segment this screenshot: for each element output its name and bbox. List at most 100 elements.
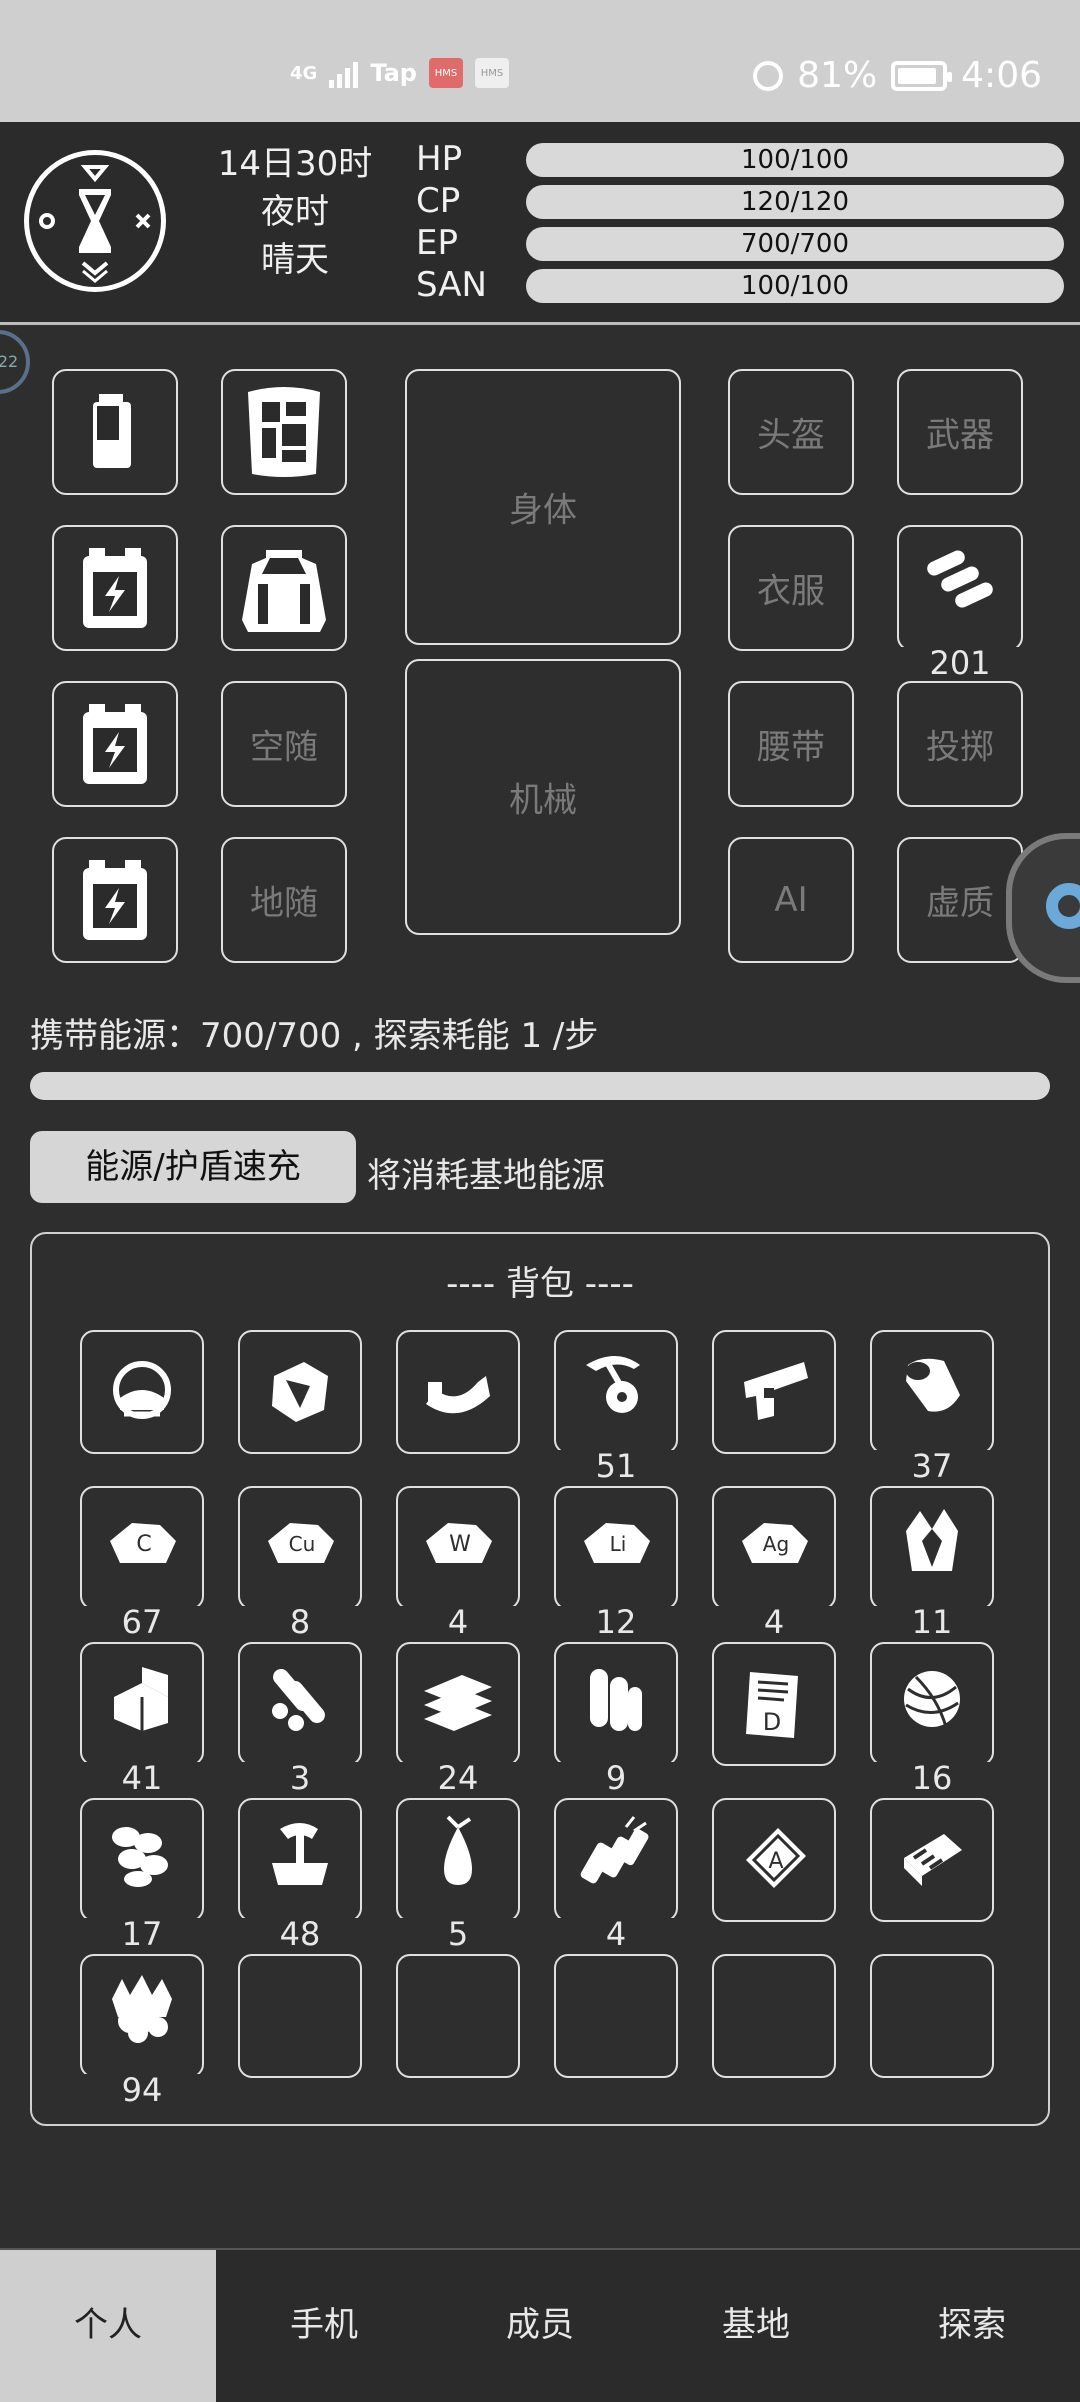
- backpack-item[interactable]: W4: [388, 1486, 528, 1638]
- clothes-slot[interactable]: 衣服: [728, 525, 854, 651]
- stat-hp: HP 100/100: [416, 138, 1066, 180]
- backpack-item[interactable]: 17: [72, 1798, 212, 1950]
- energy-cell-slot[interactable]: [52, 681, 178, 807]
- backpack-item[interactable]: 94: [72, 1954, 212, 2106]
- item-count: 11: [862, 1606, 1002, 1638]
- energy-info: 携带能源：700/700 , 探索耗能 1 /步: [30, 1016, 599, 1056]
- backpack-slot[interactable]: [221, 525, 347, 651]
- carbon-ore-icon: C: [110, 1522, 176, 1563]
- battery-pack-icon: [904, 1834, 962, 1886]
- wood-log-icon: [906, 1358, 960, 1412]
- pistol-icon: [744, 1362, 808, 1420]
- tab-explore[interactable]: 探索: [864, 2250, 1080, 2402]
- backpack-item[interactable]: Ag 4: [704, 1486, 844, 1638]
- slot-label: 身体: [509, 490, 577, 531]
- fire-cloud-icon: [112, 1974, 172, 2043]
- throwable-slot[interactable]: 投掷: [897, 681, 1023, 807]
- armor-plate-icon: [248, 387, 320, 477]
- battery-slot[interactable]: [52, 369, 178, 495]
- ammo-slot[interactable]: 201: [889, 525, 1031, 679]
- backpack-item[interactable]: [712, 1330, 836, 1454]
- backpack-item[interactable]: 37: [862, 1330, 1002, 1482]
- stat-bar: 100/100: [526, 143, 1064, 177]
- body-slot[interactable]: 身体: [405, 369, 681, 645]
- backpack-item[interactable]: [238, 1330, 362, 1454]
- network-type: 4G: [290, 62, 318, 84]
- stat-ep: EP 700/700: [416, 222, 1066, 264]
- stat-bar: 100/100: [526, 269, 1064, 303]
- slot-label: 武器: [926, 415, 994, 456]
- item-count: 4: [704, 1606, 844, 1638]
- backpack-item[interactable]: 11: [862, 1486, 1002, 1638]
- backpack-empty-slot[interactable]: [238, 1954, 362, 2078]
- mech-slot[interactable]: 机械: [405, 659, 681, 935]
- backpack-empty-slot[interactable]: [712, 1954, 836, 2078]
- time-weather: 14日30时 夜时 晴天: [215, 140, 375, 284]
- bottom-nav: 个人 手机 成员 基地 探索: [0, 2248, 1080, 2402]
- void-slot[interactable]: 虚质: [897, 837, 1023, 963]
- stat-label: EP: [416, 223, 458, 263]
- axe-stump-icon: [272, 1822, 328, 1885]
- item-count: 48: [230, 1918, 370, 1950]
- helmet-slot[interactable]: 头盔: [728, 369, 854, 495]
- backpack-empty-slot[interactable]: [396, 1954, 520, 2078]
- tab-personal[interactable]: 个人: [0, 2250, 216, 2402]
- backpack-item[interactable]: 41: [72, 1642, 212, 1794]
- energy-cell-slot[interactable]: [52, 525, 178, 651]
- clock: 4:06: [961, 55, 1042, 96]
- backpack-item[interactable]: [80, 1330, 204, 1454]
- firecracker-icon: [580, 1815, 649, 1884]
- backpack-title: ---- 背包 ----: [446, 1264, 634, 1304]
- tab-phone[interactable]: 手机: [216, 2250, 432, 2402]
- weapon-slot[interactable]: 武器: [897, 369, 1023, 495]
- air-companion-slot[interactable]: 空随: [221, 681, 347, 807]
- ai-slot[interactable]: AI: [728, 837, 854, 963]
- backpack-item[interactable]: 4: [546, 1798, 686, 1950]
- svg-text:W: W: [449, 1532, 471, 1557]
- backpack-item[interactable]: C 67: [72, 1486, 212, 1638]
- backpack-item[interactable]: D: [712, 1642, 836, 1766]
- armor-plate-slot[interactable]: [221, 369, 347, 495]
- backpack-item[interactable]: Cu 8: [230, 1486, 370, 1638]
- backpack-item[interactable]: 5: [388, 1798, 528, 1950]
- stat-san: SAN 100/100: [416, 264, 1066, 306]
- backpack-item[interactable]: 3: [230, 1642, 370, 1794]
- hms-icon: HMS: [474, 58, 509, 88]
- backpack-item[interactable]: A: [712, 1798, 836, 1922]
- backpack-item[interactable]: [870, 1798, 994, 1922]
- slot-label: 腰带: [757, 727, 825, 768]
- backpack-item[interactable]: 24: [388, 1642, 528, 1794]
- ground-companion-slot[interactable]: 地随: [221, 837, 347, 963]
- energy-cell-slot[interactable]: [52, 837, 178, 963]
- stat-label: HP: [416, 139, 463, 179]
- item-count: 4: [546, 1918, 686, 1950]
- backpack-empty-slot[interactable]: [870, 1954, 994, 2078]
- backpack-item[interactable]: 51: [546, 1330, 686, 1482]
- stat-bar: 120/120: [526, 185, 1064, 219]
- status-right: 81% 4:06: [753, 55, 1042, 96]
- status-bar: 4G Tap HMS HMS 81% 4:06: [0, 0, 1080, 122]
- slot-label: 衣服: [757, 571, 825, 612]
- backpack-item[interactable]: [396, 1330, 520, 1454]
- yarn-ball-icon: [904, 1670, 960, 1728]
- recharge-button[interactable]: 能源/护盾速充: [30, 1131, 356, 1203]
- rolls-icon: [590, 1668, 642, 1731]
- slot-label: 空随: [250, 727, 318, 768]
- status-header: 14日30时 夜时 晴天 HP 100/100 CP 120/120 EP 70…: [0, 122, 1080, 325]
- item-count: 5: [388, 1918, 528, 1950]
- item-count: 201: [889, 647, 1031, 679]
- tab-members[interactable]: 成员: [432, 2250, 648, 2402]
- backpack-empty-slot[interactable]: [554, 1954, 678, 2078]
- compass-icon[interactable]: [24, 150, 166, 292]
- backpack-item[interactable]: 9: [546, 1642, 686, 1794]
- belt-slot[interactable]: 腰带: [728, 681, 854, 807]
- backpack-item[interactable]: 16: [862, 1642, 1002, 1794]
- plates-icon: [424, 1674, 492, 1731]
- backpack-item[interactable]: 48: [230, 1798, 370, 1950]
- backpack-item[interactable]: Li 12: [546, 1486, 686, 1638]
- game-day: 14日30时: [217, 144, 373, 184]
- pipes-icon: [272, 1668, 325, 1731]
- side-drawer-tab[interactable]: 22: [0, 330, 30, 394]
- tab-base[interactable]: 基地: [648, 2250, 864, 2402]
- signal-icon: [329, 58, 359, 88]
